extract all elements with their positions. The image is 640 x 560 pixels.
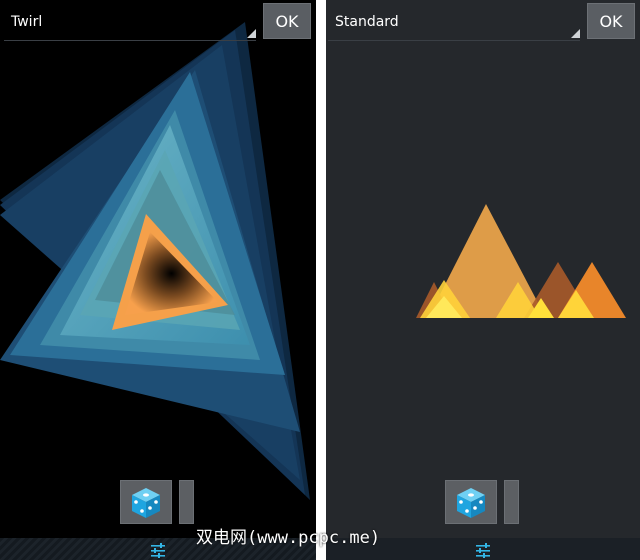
dice-icon — [457, 488, 485, 518]
side-button[interactable] — [504, 480, 519, 524]
dice-icon — [132, 488, 160, 518]
sliders-icon[interactable] — [150, 542, 166, 558]
panel-divider — [316, 0, 326, 560]
standard-preview-panel: Standard OK — [326, 0, 640, 560]
twirl-preview-panel: Twirl OK — [0, 0, 316, 560]
random-button[interactable] — [445, 480, 497, 524]
ok-button[interactable]: OK — [587, 3, 635, 39]
side-button[interactable] — [179, 480, 194, 524]
random-button[interactable] — [120, 480, 172, 524]
ok-button[interactable]: OK — [263, 3, 311, 39]
style-select-value: Twirl — [11, 14, 43, 30]
style-select[interactable]: Twirl — [4, 4, 256, 41]
sliders-icon[interactable] — [475, 542, 491, 558]
watermark-text: 双电网(www.pcpc.me) — [196, 528, 381, 548]
dropdown-arrow-icon — [247, 29, 256, 38]
mountain-triangles-artwork — [416, 204, 626, 318]
style-select-value: Standard — [335, 14, 399, 30]
dropdown-arrow-icon — [571, 29, 580, 38]
twirl-triangles-artwork — [0, 22, 310, 500]
style-select[interactable]: Standard — [328, 4, 580, 41]
